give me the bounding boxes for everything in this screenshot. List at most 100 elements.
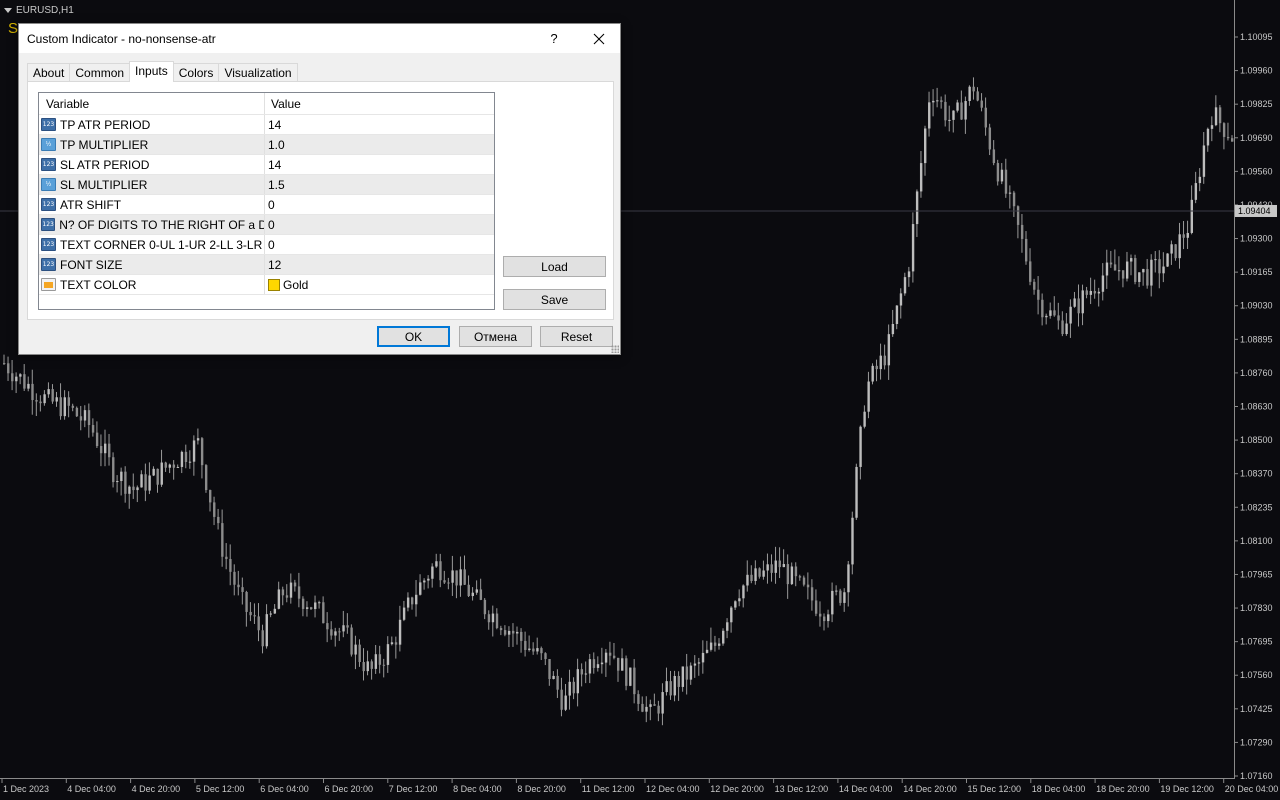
tab-common[interactable]: Common	[69, 63, 131, 82]
candle-body	[330, 629, 333, 636]
value-cell[interactable]: 1.0	[265, 135, 285, 154]
candle-body	[499, 628, 503, 631]
variable-name: N? OF DIGITS TO THE RIGHT OF a D...	[59, 217, 264, 232]
table-row[interactable]: 123 ATR SHIFT 0	[39, 195, 494, 215]
dialog-titlebar[interactable]: Custom Indicator - no-nonsense-atr ?	[19, 24, 620, 53]
candle-body	[701, 652, 705, 663]
candle-body	[443, 580, 446, 583]
candle-body	[366, 661, 369, 672]
table-row[interactable]: 123 SL ATR PERIOD 14	[39, 155, 494, 175]
candle-body	[960, 102, 963, 120]
variable-value: Gold	[283, 277, 309, 292]
candle-body	[116, 481, 119, 483]
value-cell[interactable]: 12	[265, 255, 281, 274]
candle-body	[528, 648, 531, 650]
table-row[interactable]: 123 TP ATR PERIOD 14	[39, 115, 494, 135]
candle-body	[806, 584, 810, 588]
candle-body	[572, 681, 575, 694]
dropdown-triangle-icon[interactable]	[4, 7, 12, 13]
tab-visualization[interactable]: Visualization	[218, 63, 298, 82]
candle-body	[1033, 281, 1036, 290]
table-row[interactable]: ½ SL MULTIPLIER 1.5	[39, 175, 494, 195]
ok-button[interactable]: OK	[377, 326, 450, 347]
time-tick-label: 18 Dec 20:00	[1096, 784, 1150, 794]
candle-body	[350, 627, 353, 655]
table-row[interactable]: 123 N? OF DIGITS TO THE RIGHT OF a D... 0	[39, 215, 494, 235]
column-header-value[interactable]: Value	[265, 93, 301, 114]
candle-body	[964, 101, 967, 120]
variable-value: 1.0	[268, 137, 285, 152]
candle-body	[996, 163, 1000, 182]
price-tick-label: 1.07965	[1240, 569, 1273, 579]
variable-cell: TEXT COLOR	[39, 275, 265, 294]
integer-type-icon: 123	[41, 238, 56, 251]
candle-body	[823, 616, 826, 622]
price-tick-label: 1.07160	[1240, 771, 1273, 781]
candle-body	[907, 271, 911, 278]
candle-body	[362, 662, 365, 672]
price-tick-label: 1.08370	[1240, 469, 1273, 479]
time-tick-label: 13 Dec 12:00	[775, 784, 829, 794]
tab-colors[interactable]: Colors	[172, 63, 220, 82]
time-tick-label: 4 Dec 04:00	[67, 784, 116, 794]
candle-body	[677, 675, 680, 687]
resize-grip-icon[interactable]	[611, 345, 619, 353]
variable-cell: 123 ATR SHIFT	[39, 195, 265, 214]
tab-about[interactable]: About	[27, 63, 71, 82]
chart-symbol-bar[interactable]: EURUSD,H1	[0, 0, 74, 20]
price-tick-label: 1.09825	[1240, 99, 1273, 109]
load-button[interactable]: Load	[503, 256, 606, 277]
candle-body	[932, 100, 935, 103]
value-cell[interactable]: 0	[265, 215, 275, 234]
cancel-button[interactable]: Отмена	[459, 326, 532, 347]
candle-body	[160, 462, 163, 485]
current-price-label: 1.09404	[1238, 206, 1271, 216]
candle-body	[164, 462, 167, 468]
value-cell[interactable]: 14	[265, 155, 281, 174]
candle-body	[1186, 232, 1189, 238]
value-cell[interactable]: 0	[265, 195, 275, 214]
reset-button[interactable]: Reset	[540, 326, 613, 347]
candle-body	[972, 86, 975, 92]
close-button[interactable]	[584, 24, 614, 53]
candle-body	[1202, 145, 1206, 177]
candle-body	[1150, 259, 1153, 286]
table-row[interactable]: 123 TEXT CORNER 0-UL 1-UR 2-LL 3-LR 0	[39, 235, 494, 255]
candle-body	[390, 642, 394, 645]
save-button[interactable]: Save	[503, 289, 606, 310]
candle-body	[95, 432, 99, 447]
variable-name: TP ATR PERIOD	[60, 117, 151, 132]
tab-inputs[interactable]: Inputs	[129, 61, 174, 82]
candle-body	[629, 667, 632, 686]
candle-body	[1130, 258, 1133, 262]
candle-body	[419, 582, 422, 595]
candle-body	[1097, 291, 1101, 294]
candle-body	[112, 457, 115, 483]
candle-body	[891, 323, 895, 335]
candle-body	[1117, 270, 1121, 272]
candle-body	[55, 397, 58, 402]
candle-body	[520, 631, 523, 641]
candle-body	[358, 644, 361, 663]
value-cell[interactable]: 1.5	[265, 175, 285, 194]
column-header-variable[interactable]: Variable	[39, 93, 265, 114]
candle-body	[245, 591, 248, 612]
candle-body	[217, 516, 220, 524]
candle-body	[293, 582, 297, 587]
value-cell[interactable]: 14	[265, 115, 281, 134]
candle-body	[87, 410, 91, 426]
table-row[interactable]: ½ TP MULTIPLIER 1.0	[39, 135, 494, 155]
candle-body	[540, 648, 543, 654]
variable-cell: ½ TP MULTIPLIER	[39, 135, 265, 154]
help-button[interactable]: ?	[539, 24, 569, 53]
table-row[interactable]: TEXT COLOR Gold	[39, 275, 494, 295]
candle-body	[839, 590, 842, 603]
table-row[interactable]: 123 FONT SIZE 12	[39, 255, 494, 275]
candle-body	[564, 695, 567, 710]
candle-body	[879, 355, 882, 370]
value-cell[interactable]: Gold	[265, 275, 308, 294]
candle-body	[91, 425, 95, 433]
candle-body	[83, 410, 87, 421]
candle-body	[410, 597, 414, 605]
value-cell[interactable]: 0	[265, 235, 275, 254]
